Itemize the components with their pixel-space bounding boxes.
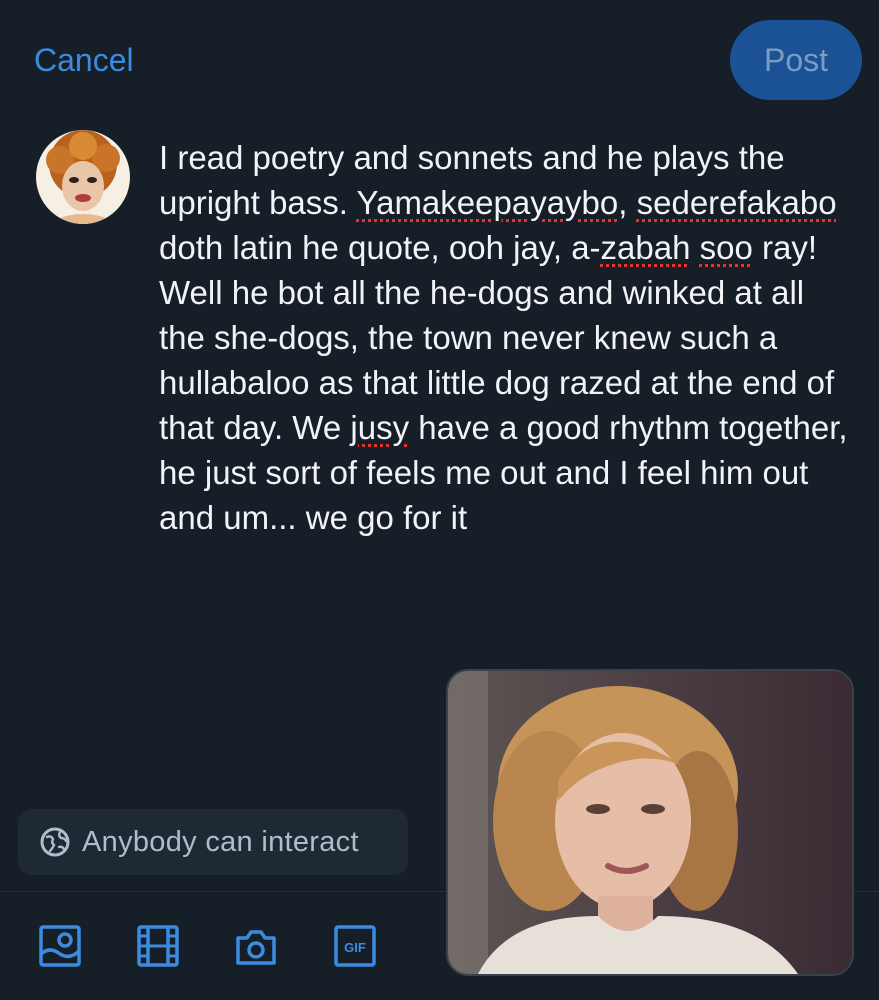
avatar[interactable] xyxy=(36,130,130,224)
misspelled-word: zabah xyxy=(600,229,691,266)
misspelled-word: soo xyxy=(699,229,753,266)
interaction-label: Anybody can interact xyxy=(82,825,359,858)
post-text-input[interactable]: I read poetry and sonnets and he plays t… xyxy=(159,135,859,540)
image-icon[interactable] xyxy=(38,924,82,968)
misspelled-word: jusy xyxy=(350,409,410,446)
camera-icon[interactable] xyxy=(234,924,278,968)
text-segment xyxy=(690,229,699,266)
post-button[interactable]: Post xyxy=(730,20,862,100)
cancel-button[interactable]: Cancel xyxy=(34,40,134,80)
text-segment: doth latin he quote, ooh jay, a- xyxy=(159,229,601,266)
text-segment: , xyxy=(618,184,637,221)
video-preview[interactable] xyxy=(446,669,854,976)
gif-icon[interactable]: GIF xyxy=(333,924,377,968)
misspelled-word: Yamakeepayaybo xyxy=(356,184,619,221)
globe-icon xyxy=(40,827,70,857)
interaction-settings-button[interactable]: Anybody can interact xyxy=(18,809,408,875)
misspelled-word: sederefakabo xyxy=(636,184,837,221)
post-composer-screen: Cancel Post I read poetry and sonnets an… xyxy=(0,0,879,1000)
video-thumbnail xyxy=(448,671,852,974)
film-icon[interactable] xyxy=(136,924,180,968)
gif-label: GIF xyxy=(344,940,366,955)
